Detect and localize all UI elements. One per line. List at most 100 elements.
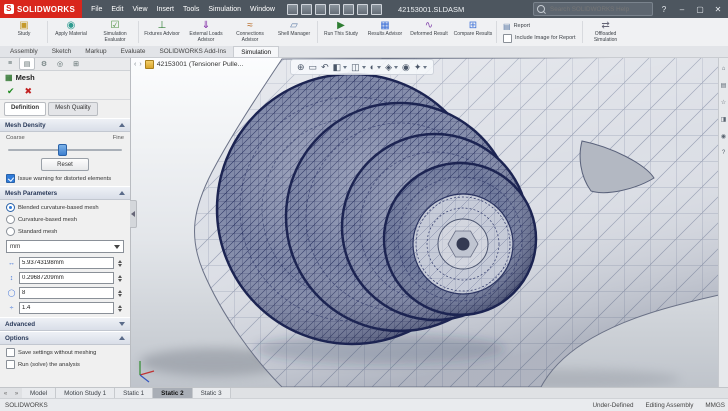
min-elements-circle-input[interactable] (19, 287, 114, 299)
options-icon[interactable] (371, 4, 382, 15)
taskpane-custom-properties-icon[interactable]: ? (722, 150, 725, 156)
menu-window[interactable]: Window (246, 4, 279, 15)
run-analysis-checkbox[interactable]: Run (solve) the analysis (6, 360, 124, 369)
search-input[interactable] (548, 5, 640, 14)
menu-tools[interactable]: Tools (179, 4, 203, 15)
previous-view-icon[interactable]: ↶ (321, 62, 329, 73)
slider-handle[interactable] (58, 144, 67, 156)
taskpane-appearances-icon[interactable]: ◉ (721, 133, 726, 140)
growth-ratio-icon: ÷ (6, 305, 17, 312)
graphics-viewport[interactable]: ‹ › 42153001 (Tensioner Pulle... ⊕ ▭ ↶ ◧… (130, 57, 719, 387)
maximize-button[interactable]: ▢ (693, 2, 707, 16)
menu-edit[interactable]: Edit (107, 4, 127, 15)
breadcrumb-text[interactable]: 42153001 (Tensioner Pulle... (157, 61, 244, 68)
taskpane-view-palette-icon[interactable]: ◨ (721, 116, 727, 123)
growth-ratio-spinner[interactable] (116, 305, 124, 312)
taskpane-resources-icon[interactable]: ⌂ (722, 66, 726, 72)
edit-appearance-icon[interactable]: ◉ (402, 62, 410, 73)
tab-sketch[interactable]: Sketch (45, 46, 79, 57)
radio-curvature-mesh[interactable]: Curvature-based mesh (6, 215, 124, 224)
breadcrumb-back-icon[interactable]: ‹ (134, 61, 136, 68)
dimxpertmanager-tab[interactable]: ◎ (53, 58, 67, 69)
new-document-icon[interactable] (287, 4, 298, 15)
section-mesh-density-header[interactable]: Mesh Density (0, 118, 130, 132)
section-advanced-header[interactable]: Advanced (0, 317, 130, 331)
ribbon-study-button[interactable]: ▣ Study (2, 18, 46, 46)
min-element-size-input[interactable] (19, 272, 114, 284)
unit-dropdown[interactable]: mm (6, 240, 124, 253)
display-style-icon[interactable]: ◐ (370, 62, 375, 72)
section-options-header[interactable]: Options (0, 331, 130, 345)
tab-mesh-quality[interactable]: Mesh Quality (48, 102, 98, 116)
tab-markup[interactable]: Markup (78, 46, 113, 57)
ribbon-shell-manager-button[interactable]: ▱ Shell Manager (272, 18, 316, 46)
chevron-down-icon[interactable] (362, 66, 366, 69)
distorted-elements-warning-checkbox[interactable]: Issue warning for distorted elements (6, 174, 124, 183)
ribbon-report-button[interactable]: ▤ Report (503, 22, 576, 31)
ribbon-fixtures-advisor-button[interactable]: ⊥ Fixtures Advisor (140, 18, 184, 46)
displaymanager-tab[interactable]: ⊞ (69, 58, 83, 69)
print-icon[interactable] (329, 4, 340, 15)
menu-insert[interactable]: Insert (153, 4, 179, 15)
propertymanager-tab[interactable]: ▤ (19, 57, 35, 70)
taskpane-design-library-icon[interactable]: ▤ (721, 82, 727, 89)
menu-file[interactable]: File (87, 4, 106, 15)
reset-button[interactable]: Reset (41, 158, 89, 171)
ribbon-connections-advisor-button[interactable]: ≈ Connections Advisor (228, 18, 272, 46)
growth-ratio-input[interactable] (19, 302, 114, 314)
menu-simulation[interactable]: Simulation (204, 4, 245, 15)
minimize-button[interactable]: – (675, 2, 689, 16)
cancel-button[interactable]: ✖ (25, 86, 33, 97)
tab-simulation[interactable]: Simulation (233, 46, 279, 57)
mesh-density-slider[interactable] (8, 144, 122, 155)
tab-solidworks-add-ins[interactable]: SOLIDWORKS Add-Ins (152, 46, 233, 57)
close-button[interactable]: ✕ (711, 2, 725, 16)
open-icon[interactable] (301, 4, 312, 15)
undo-icon[interactable] (343, 4, 354, 15)
ribbon-run-this-study-button[interactable]: ▶ Run This Study (319, 18, 363, 46)
taskpane-file-explorer-icon[interactable]: ☆ (721, 99, 726, 106)
save-icon[interactable] (315, 4, 326, 15)
min-size-spinner[interactable] (116, 275, 124, 282)
ribbon-compare-results-button[interactable]: ⊞ Compare Results (451, 18, 495, 46)
rebuild-icon[interactable] (357, 4, 368, 15)
ribbon-include-image-checkbox[interactable]: Include Image for Report (503, 34, 576, 43)
panel-collapse-handle[interactable] (130, 200, 137, 228)
ribbon-deformed-result-button[interactable]: ∿ Deformed Result (407, 18, 451, 46)
section-view-icon[interactable]: ◧ (333, 62, 342, 73)
ok-button[interactable]: ✔ (7, 86, 15, 97)
ribbon-external-loads-advisor-button[interactable]: ⇓ External Loads Advisor (184, 18, 228, 46)
chevron-down-icon[interactable] (377, 66, 381, 69)
view-orientation-icon[interactable]: ◫ (351, 62, 360, 73)
radio-blended-curvature-mesh[interactable]: Blended curvature-based mesh (6, 203, 124, 212)
ribbon-offloaded-simulation-button[interactable]: ⇄ Offloaded Simulation (584, 18, 628, 46)
ribbon-separator (138, 21, 139, 43)
help-button[interactable]: ? (657, 2, 671, 16)
study-icon: ▣ (19, 20, 28, 31)
ribbon-simulation-evaluator-button[interactable]: ☑ Simulation Evaluator (93, 18, 137, 46)
tab-definition[interactable]: Definition (4, 102, 46, 116)
ribbon-apply-material-button[interactable]: ◉ Apply Material (49, 18, 93, 46)
tab-evaluate[interactable]: Evaluate (114, 46, 153, 57)
menu-view[interactable]: View (128, 4, 151, 15)
zoom-to-area-icon[interactable]: ▭ (309, 62, 318, 73)
chevron-down-icon[interactable] (423, 66, 427, 69)
status-unit-system[interactable]: MMGS (705, 402, 725, 409)
radio-standard-mesh[interactable]: Standard mesh (6, 227, 124, 236)
breadcrumb-forward-icon[interactable]: › (139, 61, 141, 68)
apply-scene-icon[interactable]: ✦ (414, 62, 422, 73)
tab-assembly[interactable]: Assembly (3, 46, 45, 57)
save-settings-checkbox[interactable]: Save settings without meshing (6, 348, 124, 357)
max-size-spinner[interactable] (116, 260, 124, 267)
hide-show-items-icon[interactable]: ◈ (385, 62, 392, 73)
min-elements-circle-row: ◯ (6, 287, 124, 299)
elements-circle-spinner[interactable] (116, 290, 124, 297)
featuremanager-tree-tab[interactable]: ≡ (3, 58, 17, 69)
section-mesh-parameters-header[interactable]: Mesh Parameters (0, 186, 130, 200)
configurationmanager-tab[interactable]: ⚙ (37, 58, 51, 69)
max-element-size-input[interactable] (19, 257, 114, 269)
chevron-down-icon[interactable] (343, 66, 347, 69)
chevron-down-icon[interactable] (394, 66, 398, 69)
ribbon-results-advisor-button[interactable]: ▦ Results Advisor (363, 18, 407, 46)
zoom-to-fit-icon[interactable]: ⊕ (297, 62, 305, 73)
